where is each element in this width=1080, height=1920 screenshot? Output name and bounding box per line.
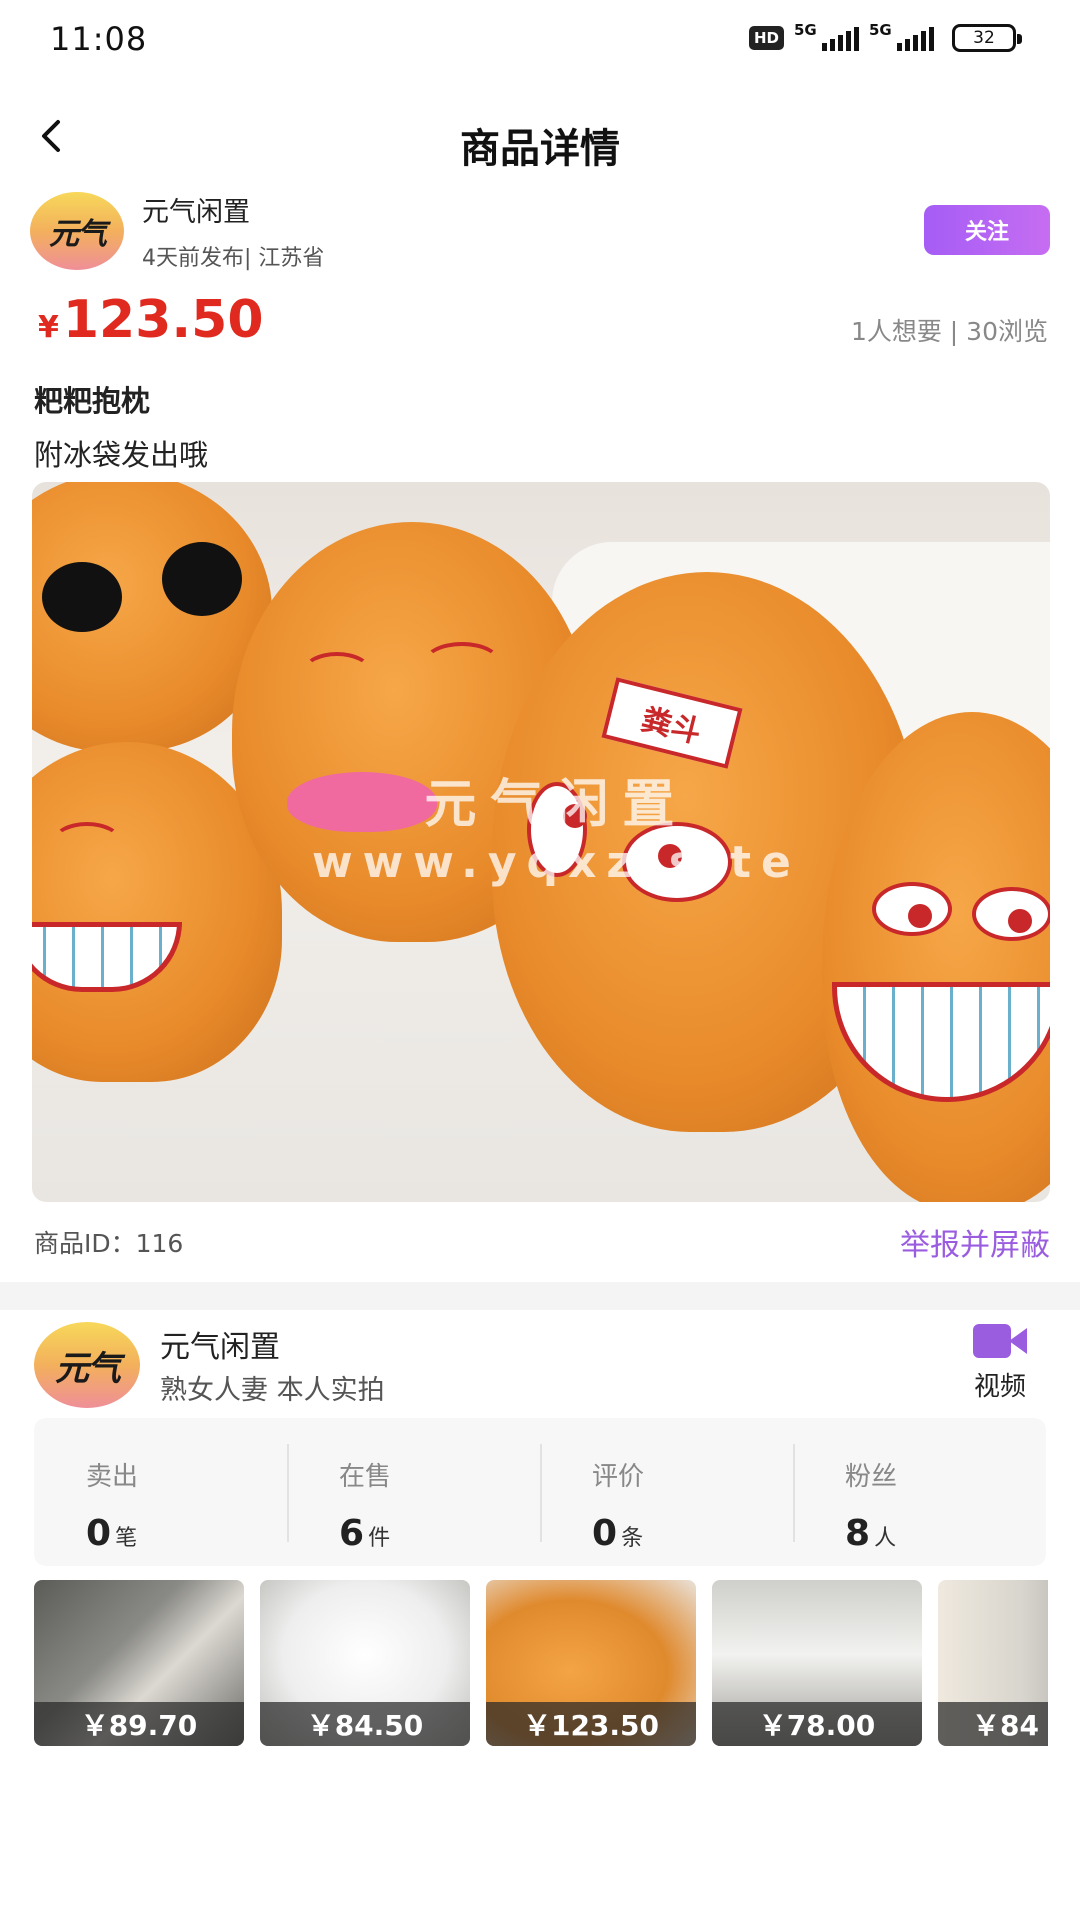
- page-title: 商品详情: [460, 126, 620, 172]
- shop-stats: 卖出 0笔 在售 6件 评价 0条 粉丝 8人: [34, 1418, 1046, 1566]
- signal-icon: 5G: [869, 21, 934, 51]
- thumb-price: ￥123.50: [486, 1702, 696, 1746]
- stat-value: 0: [592, 1513, 618, 1554]
- face-line: [422, 642, 502, 686]
- shop-description: 熟女人妻 本人实拍: [160, 1375, 385, 1406]
- product-id: 商品ID：116: [34, 1229, 184, 1258]
- stat-unit: 条: [621, 1526, 644, 1551]
- stat-label: 卖出: [86, 1462, 139, 1492]
- shop-item-thumb[interactable]: ￥89.70: [34, 1580, 244, 1746]
- video-camera-icon: [973, 1324, 1027, 1358]
- currency-symbol: ¥: [38, 310, 59, 345]
- stat-label: 在售: [339, 1462, 392, 1492]
- status-time: 11:08: [50, 20, 148, 58]
- hd-icon: HD: [748, 26, 784, 50]
- avatar-logo: 元气: [55, 1348, 121, 1389]
- face-line: [52, 822, 122, 862]
- view-stats: 1人想要 | 30浏览: [850, 317, 1048, 346]
- stat-value: 6: [339, 1513, 365, 1554]
- thumb-price: ￥84: [938, 1702, 1048, 1746]
- eye-shape: [872, 882, 952, 936]
- status-bar: 11:08 HD 5G 5G 32: [0, 0, 1080, 80]
- product-image[interactable]: 粪斗 元气闲置 www.yqxz.site: [32, 482, 1050, 1202]
- video-label: 视频: [973, 1372, 1026, 1402]
- product-title: 粑粑抱枕: [34, 384, 151, 418]
- watermark-url: www.yqxz.site: [312, 837, 801, 888]
- stat-fans[interactable]: 粉丝 8人: [793, 1418, 1046, 1566]
- stat-value: 0: [86, 1513, 112, 1554]
- shop-item-thumb[interactable]: ￥123.50: [486, 1580, 696, 1746]
- seller-avatar[interactable]: 元气: [30, 192, 124, 270]
- video-button[interactable]: 视频: [960, 1322, 1040, 1402]
- follow-button[interactable]: 关注: [924, 205, 1050, 255]
- price: ¥123.50: [38, 290, 264, 350]
- post-meta: 4天前发布| 江苏省: [142, 246, 325, 271]
- seller-name[interactable]: 元气闲置: [142, 190, 250, 229]
- price-row: ¥123.50 1人想要 | 30浏览: [0, 290, 1080, 370]
- seller-header: 元气 元气闲置 4天前发布| 江苏省 关注: [0, 190, 1080, 290]
- nav-bar: 商品详情: [0, 80, 1080, 190]
- shop-item-thumb[interactable]: ￥78.00: [712, 1580, 922, 1746]
- product-id-row: 商品ID：116 举报并屏蔽: [0, 1210, 1080, 1270]
- shop-items-strip[interactable]: ￥89.70 ￥84.50 ￥123.50 ￥78.00 ￥84: [34, 1580, 1048, 1748]
- section-divider: [0, 1282, 1080, 1310]
- thumb-price: ￥89.70: [34, 1702, 244, 1746]
- stat-unit: 件: [368, 1526, 391, 1551]
- shop-item-thumb[interactable]: ￥84: [938, 1580, 1048, 1746]
- stat-value: 8: [845, 1513, 871, 1554]
- stat-unit: 笔: [115, 1526, 138, 1551]
- shop-item-thumb[interactable]: ￥84.50: [260, 1580, 470, 1746]
- stat-on-sale[interactable]: 在售 6件: [287, 1418, 540, 1566]
- stat-unit: 人: [874, 1526, 897, 1551]
- signal-icon: 5G: [794, 21, 859, 51]
- stat-label: 粉丝: [845, 1462, 898, 1492]
- face-line: [302, 652, 372, 692]
- status-icons: HD 5G 5G 32: [748, 21, 1022, 52]
- stat-reviews[interactable]: 评价 0条: [540, 1418, 793, 1566]
- stat-label: 评价: [592, 1462, 645, 1492]
- watermark-title: 元气闲置: [424, 775, 689, 835]
- glasses-shape: [42, 562, 122, 632]
- avatar-logo: 元气: [49, 217, 107, 252]
- thumb-price: ￥78.00: [712, 1702, 922, 1746]
- battery-level: 32: [973, 28, 995, 48]
- stat-sold[interactable]: 卖出 0笔: [34, 1418, 287, 1566]
- thumb-price: ￥84.50: [260, 1702, 470, 1746]
- product-description: 附冰袋发出哦: [34, 438, 209, 472]
- report-block-link[interactable]: 举报并屏蔽: [900, 1220, 1050, 1264]
- shop-avatar[interactable]: 元气: [34, 1322, 140, 1408]
- battery-icon: 32: [952, 24, 1022, 52]
- eye-shape: [972, 887, 1050, 941]
- price-amount: 123.50: [62, 290, 264, 350]
- shop-name[interactable]: 元气闲置: [160, 1322, 280, 1366]
- image-watermark: 元气闲置 www.yqxz.site: [312, 762, 801, 888]
- glasses-shape: [162, 542, 242, 616]
